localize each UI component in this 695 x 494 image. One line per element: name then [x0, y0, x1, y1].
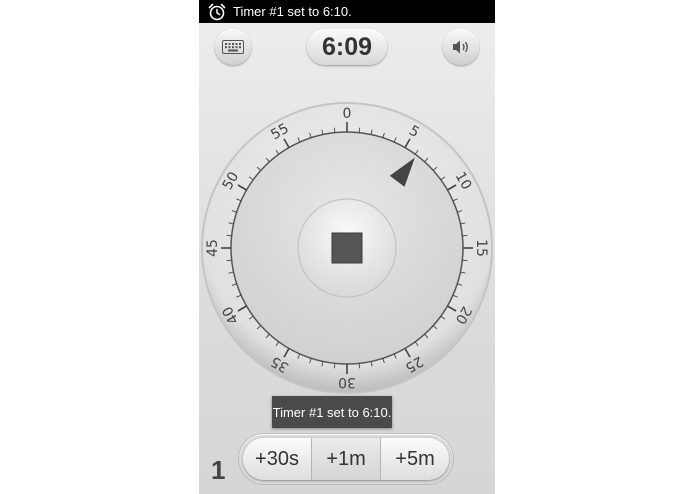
timer-count: 1: [211, 455, 226, 485]
minor-tick: [333, 127, 336, 133]
minor-tick: [462, 259, 468, 262]
minor-tick: [358, 363, 361, 369]
minor-tick: [226, 234, 232, 237]
add-30s-button[interactable]: +30s: [243, 438, 312, 480]
minor-tick: [462, 234, 468, 237]
volume-icon: [453, 40, 468, 54]
keyboard-icon: [222, 40, 244, 54]
time-display[interactable]: 6:09: [307, 29, 387, 65]
timer-dial[interactable]: 0510152025303540455055: [199, 100, 495, 396]
add-5m-button[interactable]: +5m: [381, 438, 449, 480]
minor-tick: [358, 127, 361, 133]
dial-label: 0: [343, 106, 352, 122]
add-1m-button[interactable]: +1m: [312, 438, 381, 480]
status-bar: Timer #1 set to 6:10.: [199, 0, 495, 23]
dial-label: 15: [473, 239, 489, 257]
add-time-button-group: +30s +1m +5m: [239, 434, 453, 484]
dial-label: 45: [205, 239, 221, 257]
notification-text: Timer #1 set to 6:10.: [233, 4, 352, 19]
volume-button[interactable]: [443, 29, 479, 65]
top-bar: 6:09: [199, 23, 495, 73]
minor-tick: [226, 259, 232, 262]
add-time-buttons: +30s +1m +5m: [243, 438, 449, 480]
dial-label: 30: [338, 374, 356, 390]
timer-app-screen: Timer #1 set to 6:10. 6:09 0 5 10 15 20 …: [199, 0, 495, 494]
keyboard-button[interactable]: [215, 29, 251, 65]
toast-message: Timer #1 set to 6:10.: [272, 396, 392, 428]
minor-tick: [333, 363, 336, 369]
alarm-clock-icon: [208, 3, 226, 20]
stop-icon[interactable]: [331, 232, 363, 264]
